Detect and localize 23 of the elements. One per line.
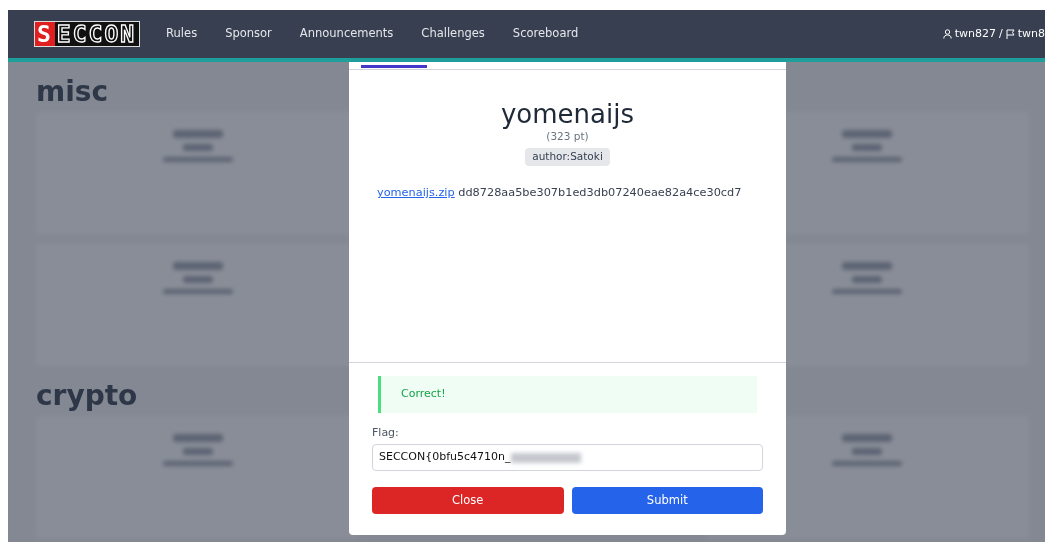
section-heading: misc [36, 74, 109, 110]
nav-link[interactable]: Challenges [421, 25, 485, 43]
file-hash: dd8728aa5be307b1ed3db07240eae82a4ce30cd7 [458, 186, 742, 199]
nav-link[interactable]: Announcements [299, 25, 394, 43]
user-icon [942, 29, 952, 39]
submit-button[interactable]: Submit [571, 487, 763, 514]
flag-icon [1005, 29, 1015, 39]
success-alert: Correct! [378, 376, 757, 413]
active-tab-indicator [361, 65, 427, 68]
team-name[interactable]: twn8 [1017, 25, 1045, 43]
author-badge: author:Satoki [525, 148, 610, 166]
section-heading: crypto [36, 378, 138, 414]
flag-input-field[interactable]: SECCON{0bfu5c4710n_ [372, 444, 763, 471]
challenge-points: (323 pt) [545, 130, 590, 143]
nav-link[interactable]: Sponsor [225, 25, 272, 43]
nav-link[interactable]: Rules [166, 25, 198, 43]
challenge-title: yomenaijs [500, 98, 635, 130]
separator: / [999, 25, 1003, 42]
close-button[interactable]: Close [372, 487, 564, 514]
username[interactable]: twn827 [954, 25, 996, 43]
nav-link[interactable]: Scoreboard [512, 25, 579, 43]
file-link[interactable]: yomenaijs.zip [377, 186, 455, 199]
flag-label: Flag: [372, 424, 400, 441]
